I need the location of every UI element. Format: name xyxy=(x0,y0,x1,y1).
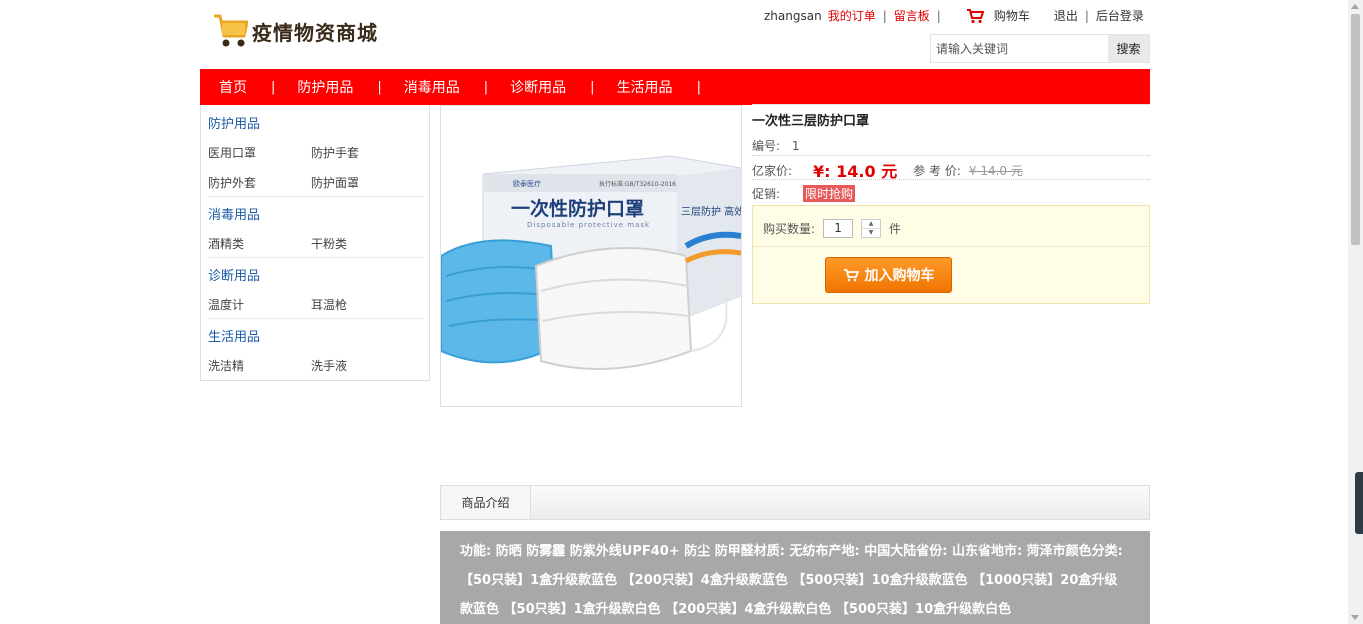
ref-price-value: ¥ 14.0 元 xyxy=(968,163,1023,178)
promo-row: 促销: 限时抢购 xyxy=(752,185,856,202)
main-nav: 首页 | 防护用品 | 消毒用品 | 诊断用品 | 生活用品 | xyxy=(200,69,1150,105)
dotted-divider xyxy=(752,179,1150,180)
add-to-cart-label: 加入购物车 xyxy=(864,268,935,284)
quantity-input[interactable]: 1 xyxy=(823,219,854,238)
message-board-link[interactable]: 留言板 xyxy=(894,7,930,24)
quantity-stepper[interactable]: ▲ ▼ xyxy=(861,219,882,238)
category-diagnosis[interactable]: 诊断用品 xyxy=(208,265,260,284)
sidebar-item[interactable]: 干粉类 xyxy=(311,235,347,252)
category-daily[interactable]: 生活用品 xyxy=(208,326,260,345)
sidebar-item[interactable]: 防护外套 xyxy=(208,174,256,191)
cart-icon xyxy=(966,8,984,23)
divider xyxy=(208,318,424,319)
my-orders-link[interactable]: 我的订单 xyxy=(828,7,876,24)
site-logo[interactable]: 疫情物资商城 xyxy=(212,12,378,50)
sidebar-item[interactable]: 耳温枪 xyxy=(311,296,347,313)
price-label: 亿家价: xyxy=(752,163,793,178)
spinner-up-icon[interactable]: ▲ xyxy=(862,220,880,228)
search-input[interactable] xyxy=(931,35,1108,62)
sidebar-item[interactable]: 酒精类 xyxy=(208,235,244,252)
number-value: 1 xyxy=(791,139,800,153)
nav-home[interactable]: 首页 xyxy=(219,77,247,97)
nav-protective[interactable]: 防护用品 xyxy=(297,77,353,97)
nav-separator: | xyxy=(590,79,595,95)
box-brand: 欧泰医疗 xyxy=(513,180,541,188)
sidebar-item[interactable]: 洗洁精 xyxy=(208,357,244,374)
side-widget[interactable] xyxy=(1355,472,1363,534)
quantity-row: 购买数量: 1 ▲ ▼ 件 xyxy=(763,219,901,238)
separator: | xyxy=(936,8,941,23)
product-image: 欧泰医疗 执行标准:GB/T32610-2016 一次性防护口罩 Disposa… xyxy=(440,105,742,407)
divider xyxy=(208,257,424,258)
mask-product-photo xyxy=(441,155,741,370)
sidebar-item[interactable]: 温度计 xyxy=(208,296,244,313)
search-bar: 搜索 xyxy=(930,34,1150,63)
ref-price-label: 参 考 价: xyxy=(913,163,961,178)
page: 疫情物资商城 zhangsan 我的订单 | 留言板 | 购物车 退出 | 后台… xyxy=(0,0,1363,624)
spinner-down-icon[interactable]: ▼ xyxy=(862,228,881,237)
product-title: 一次性三层防护口罩 xyxy=(752,114,870,129)
category-protective[interactable]: 防护用品 xyxy=(208,113,260,132)
product-description: 功能: 防晒 防雾霾 防紫外线UPF40+ 防尘 防甲醛材质: 无纺布产地: 中… xyxy=(440,531,1150,624)
separator: | xyxy=(882,8,887,23)
quantity-unit: 件 xyxy=(889,222,902,236)
tab-intro[interactable]: 商品介绍 xyxy=(441,486,531,519)
cart-link[interactable]: 购物车 xyxy=(966,7,1030,24)
scroll-thumb[interactable] xyxy=(1351,14,1360,245)
username: zhangsan xyxy=(764,8,822,23)
product-number-row: 编号: 1 xyxy=(752,137,800,154)
scroll-down-icon[interactable] xyxy=(1351,615,1359,620)
dotted-divider xyxy=(752,155,1150,156)
category-disinfection[interactable]: 消毒用品 xyxy=(208,204,260,223)
box-standard: 执行标准:GB/T32610-2016 xyxy=(599,181,676,188)
nav-diagnosis[interactable]: 诊断用品 xyxy=(510,77,566,97)
box-side-text: 三层防护 高效过 xyxy=(681,207,741,218)
promo-badge: 限时抢购 xyxy=(803,185,856,202)
add-to-cart-button[interactable]: 加入购物车 xyxy=(825,257,952,293)
info-top-line xyxy=(752,104,1150,105)
separator: | xyxy=(1084,8,1089,23)
product-tabs: 商品介绍 xyxy=(440,485,1150,520)
admin-login-link[interactable]: 后台登录 xyxy=(1096,7,1144,24)
logo-text: 疫情物资商城 xyxy=(252,20,378,45)
top-links: zhangsan 我的订单 | 留言板 | 购物车 退出 | 后台登录 xyxy=(764,7,1144,24)
box-subtitle: Disposable protective mask xyxy=(527,221,651,229)
nav-separator: | xyxy=(483,79,489,95)
nav-daily[interactable]: 生活用品 xyxy=(617,77,673,97)
sidebar-item[interactable]: 医用口罩 xyxy=(208,144,256,161)
add-cart-icon xyxy=(843,269,859,282)
category-sidebar: 防护用品 医用口罩 防护手套 防护外套 防护面罩 消毒用品 酒精类 干粉类 诊断… xyxy=(200,105,430,381)
nav-separator: | xyxy=(377,79,382,95)
divider xyxy=(208,196,424,197)
sidebar-item[interactable]: 洗手液 xyxy=(311,357,347,374)
nav-separator: | xyxy=(696,79,701,95)
shopping-cart-logo-icon xyxy=(214,14,248,47)
quantity-label: 购买数量: xyxy=(763,222,816,236)
nav-separator: | xyxy=(271,79,276,95)
buy-box: 购买数量: 1 ▲ ▼ 件 加入购物车 xyxy=(752,205,1150,304)
cart-label: 购物车 xyxy=(993,9,1030,23)
sidebar-item[interactable]: 防护面罩 xyxy=(311,174,359,191)
sidebar-item[interactable]: 防护手套 xyxy=(311,144,359,161)
buy-box-divider xyxy=(753,246,1149,247)
promo-label: 促销: xyxy=(752,187,781,201)
box-title: 一次性防护口罩 xyxy=(511,198,645,220)
logout-link[interactable]: 退出 xyxy=(1054,7,1078,24)
number-label: 编号: xyxy=(752,139,781,153)
search-button[interactable]: 搜索 xyxy=(1108,35,1149,62)
nav-disinfection[interactable]: 消毒用品 xyxy=(404,77,460,97)
scroll-up-icon[interactable] xyxy=(1351,4,1359,9)
